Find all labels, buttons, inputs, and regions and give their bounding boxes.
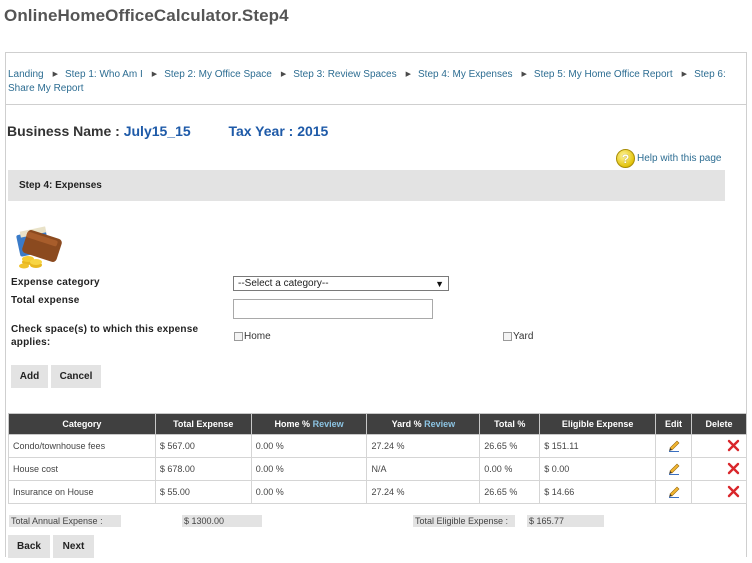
cell-edit bbox=[655, 480, 692, 504]
total-expense-label: Total expense bbox=[11, 295, 80, 306]
col-home-pct: Home % Review bbox=[250, 413, 368, 435]
total-eligible-label-box: Total Eligible Expense : bbox=[413, 515, 515, 527]
yard-pct-label: Yard % bbox=[391, 419, 422, 429]
breadcrumb-step-3[interactable]: Step 3: Review Spaces bbox=[293, 69, 396, 80]
col-edit: Edit bbox=[655, 413, 692, 435]
business-info: Business Name : July15_15 Tax Year : 201… bbox=[7, 123, 328, 139]
total-eligible-expense-value: $ 165.77 bbox=[527, 515, 604, 527]
cell-home: 0.00 % bbox=[250, 434, 368, 458]
section-header: Step 4: Expenses bbox=[8, 170, 725, 201]
tax-year-value: 2015 bbox=[297, 123, 329, 139]
cell-category: Condo/townhouse fees bbox=[8, 434, 156, 458]
cell-edit bbox=[655, 434, 692, 458]
chevron-right-icon: ▶ bbox=[521, 71, 527, 78]
cell-category: House cost bbox=[8, 457, 156, 481]
col-eligible: Eligible Expense bbox=[539, 413, 657, 435]
spaces-label: Check space(s) to which this expense app… bbox=[11, 324, 199, 348]
cell-edit bbox=[655, 457, 692, 481]
cell-home: 0.00 % bbox=[250, 457, 368, 481]
total-expense-input[interactable] bbox=[233, 299, 433, 319]
business-name-value: July15_15 bbox=[123, 123, 191, 139]
breadcrumb-step-2[interactable]: Step 2: My Office Space bbox=[164, 69, 272, 80]
space-yard[interactable]: Yard bbox=[503, 331, 533, 342]
yard-review-link[interactable]: Review bbox=[424, 419, 455, 429]
delete-icon[interactable] bbox=[727, 462, 740, 475]
cell-total-pct: 0.00 % bbox=[479, 457, 541, 481]
cell-delete bbox=[690, 434, 748, 458]
cell-yard: N/A bbox=[366, 457, 481, 481]
home-pct-label: Home % bbox=[274, 419, 311, 429]
col-category: Category bbox=[8, 413, 156, 435]
wallet-icon bbox=[16, 226, 62, 269]
total-eligible-value-box: $ 165.77 bbox=[527, 515, 604, 527]
cell-eligible: $ 0.00 bbox=[539, 457, 657, 481]
cell-delete bbox=[690, 457, 748, 481]
question-icon: ? bbox=[616, 149, 635, 168]
cell-total: $ 55.00 bbox=[154, 480, 252, 504]
expense-category-label: Expense category bbox=[11, 277, 100, 288]
total-annual-expense-label: Total Annual Expense : bbox=[9, 515, 121, 527]
cell-eligible: $ 151.11 bbox=[539, 434, 657, 458]
cell-eligible: $ 14.66 bbox=[539, 480, 657, 504]
pencil-icon[interactable] bbox=[667, 484, 681, 498]
table-row: House cost $ 678.00 0.00 % N/A 0.00 % $ … bbox=[8, 457, 748, 481]
col-total-expense: Total Expense bbox=[154, 413, 252, 435]
next-button[interactable]: Next bbox=[53, 535, 94, 558]
add-button[interactable]: Add bbox=[11, 365, 48, 388]
total-annual-expense-value: $ 1300.00 bbox=[182, 515, 262, 527]
cancel-button[interactable]: Cancel bbox=[51, 365, 101, 388]
back-button[interactable]: Back bbox=[8, 535, 50, 558]
pencil-icon[interactable] bbox=[667, 438, 681, 452]
cell-total-pct: 26.65 % bbox=[479, 434, 541, 458]
col-yard-pct: Yard % Review bbox=[366, 413, 481, 435]
expenses-table: Category Total Expense Home % Review Yar… bbox=[8, 413, 748, 504]
table-row: Insurance on House $ 55.00 0.00 % 27.24 … bbox=[8, 480, 748, 504]
yard-checkbox-label: Yard bbox=[513, 331, 534, 342]
col-total-pct: Total % bbox=[479, 413, 541, 435]
table-row: Condo/townhouse fees $ 567.00 0.00 % 27.… bbox=[8, 434, 748, 458]
chevron-right-icon: ▶ bbox=[405, 71, 412, 78]
select-value: --Select a category-- bbox=[238, 278, 329, 289]
breadcrumb-step-4[interactable]: Step 4: My Expenses bbox=[418, 69, 513, 80]
breadcrumb-landing[interactable]: Landing bbox=[8, 69, 44, 80]
help-link[interactable]: ? Help with this page bbox=[616, 149, 722, 168]
home-review-link[interactable]: Review bbox=[313, 419, 344, 429]
yard-checkbox[interactable] bbox=[503, 332, 512, 341]
section-title: Step 4: Expenses bbox=[19, 180, 102, 191]
delete-icon[interactable] bbox=[727, 485, 740, 498]
cell-total-pct: 26.65 % bbox=[479, 480, 541, 504]
delete-icon[interactable] bbox=[727, 439, 740, 452]
col-delete: Delete bbox=[690, 413, 748, 435]
cell-total: $ 567.00 bbox=[154, 434, 252, 458]
space-home[interactable]: Home bbox=[234, 331, 271, 342]
expense-category-select[interactable]: --Select a category-- ▼ bbox=[233, 276, 449, 291]
home-checkbox[interactable] bbox=[234, 332, 243, 341]
chevron-right-icon: ▶ bbox=[151, 71, 158, 78]
total-annual-value-box: $ 1300.00 bbox=[182, 515, 262, 527]
business-name-label: Business Name : bbox=[7, 123, 120, 139]
cell-yard: 27.24 % bbox=[366, 480, 481, 504]
cell-category: Insurance on House bbox=[8, 480, 156, 504]
divider bbox=[6, 104, 746, 105]
breadcrumb: Landing ▶ Step 1: Who Am I ▶ Step 2: My Offi… bbox=[8, 68, 744, 95]
home-checkbox-label: Home bbox=[244, 331, 271, 342]
chevron-right-icon: ▶ bbox=[681, 71, 688, 78]
chevron-right-icon: ▶ bbox=[280, 71, 287, 78]
breadcrumb-step-1[interactable]: Step 1: Who Am I bbox=[65, 69, 143, 80]
pencil-icon[interactable] bbox=[667, 461, 681, 475]
cell-yard: 27.24 % bbox=[366, 434, 481, 458]
dropdown-arrow-icon: ▼ bbox=[435, 278, 444, 289]
cell-total: $ 678.00 bbox=[154, 457, 252, 481]
table-header-row: Category Total Expense Home % Review Yar… bbox=[8, 413, 748, 435]
help-label: Help with this page bbox=[637, 153, 722, 164]
total-annual-label-box: Total Annual Expense : bbox=[9, 515, 121, 527]
breadcrumb-step-5[interactable]: Step 5: My Home Office Report bbox=[534, 69, 673, 80]
cell-home: 0.00 % bbox=[250, 480, 368, 504]
cell-delete bbox=[690, 480, 748, 504]
tax-year-label: Tax Year : bbox=[228, 123, 294, 139]
total-eligible-expense-label: Total Eligible Expense : bbox=[413, 515, 515, 527]
chevron-right-icon: ▶ bbox=[52, 71, 58, 78]
page-title: OnlineHomeOfficeCalculator.Step4 bbox=[4, 6, 289, 25]
